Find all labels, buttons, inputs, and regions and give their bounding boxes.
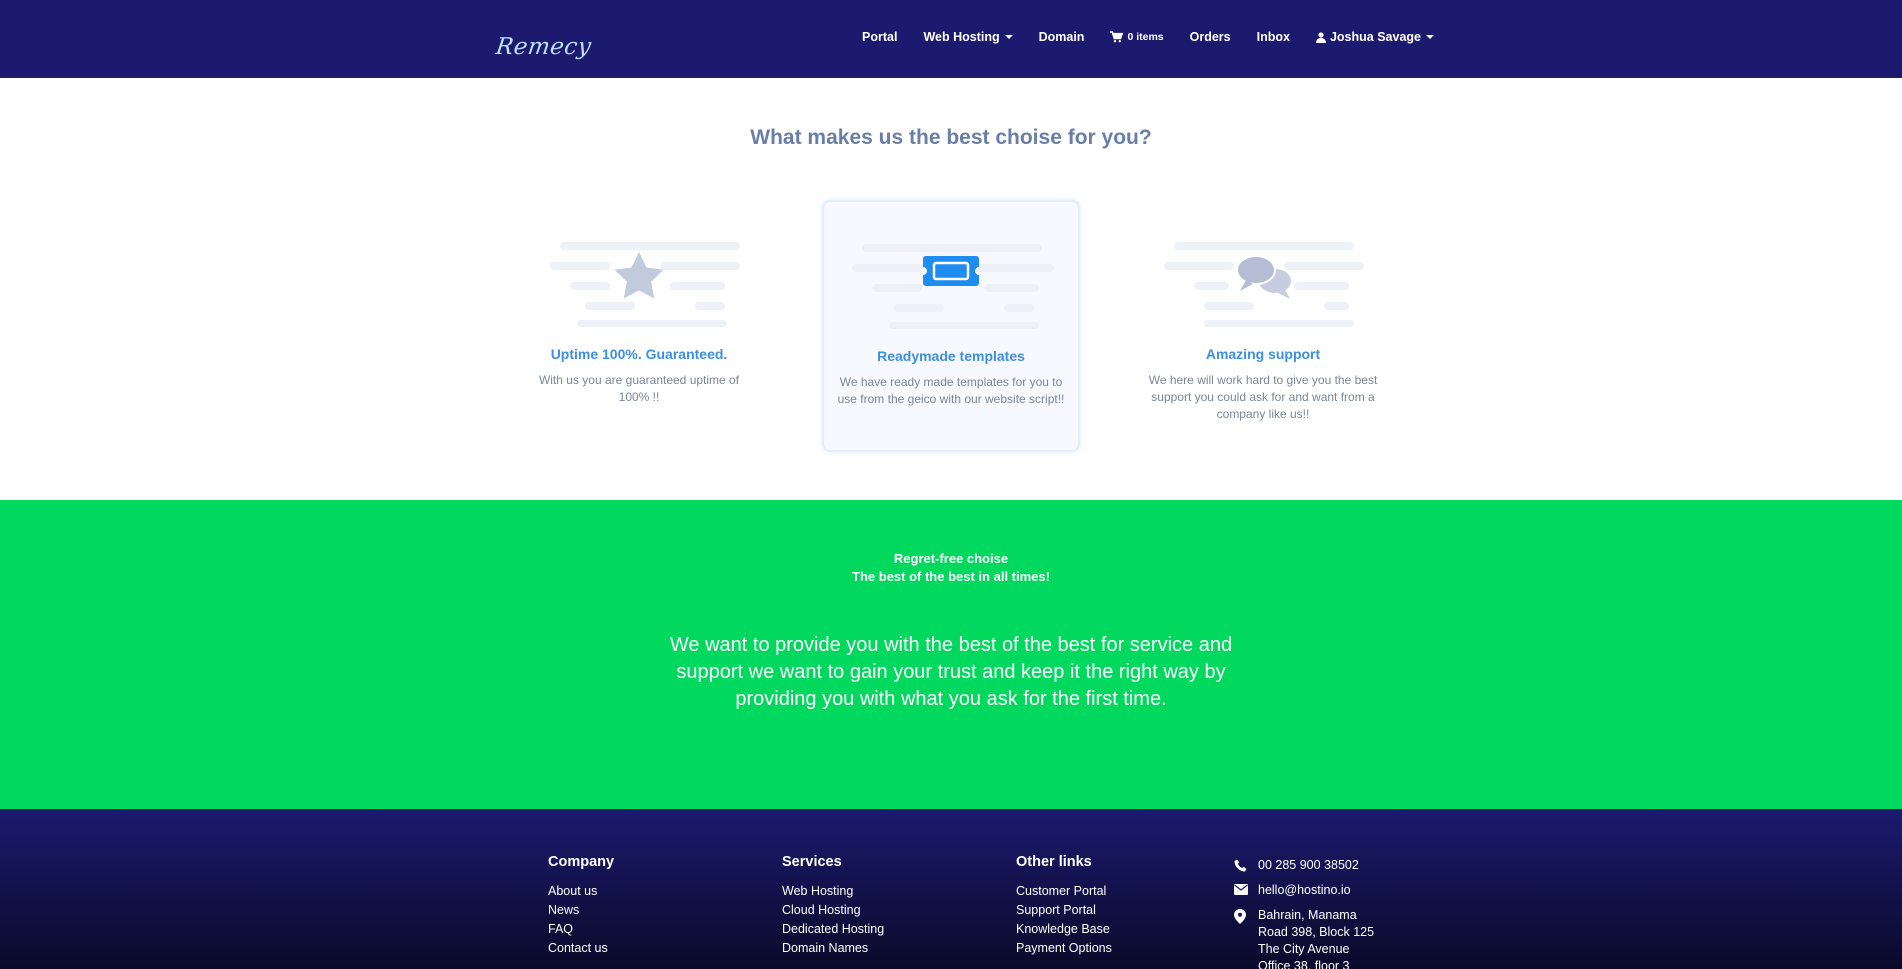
contact-phone-text[interactable]: 00 285 900 38502 bbox=[1258, 857, 1359, 874]
feature-card-support: Amazing support We here will work hard t… bbox=[1134, 200, 1392, 452]
footer-column-company: Company About us News FAQ Contact us bbox=[548, 854, 614, 958]
chevron-down-icon bbox=[1425, 35, 1434, 39]
contact-email-text[interactable]: hello@hostino.io bbox=[1258, 882, 1351, 899]
footer-heading: Company bbox=[548, 854, 615, 870]
cart-count-label: 0 items bbox=[1127, 31, 1164, 43]
chat-bubbles-icon bbox=[1134, 240, 1392, 330]
chevron-down-icon bbox=[1004, 35, 1013, 39]
nav-domain[interactable]: Domain bbox=[1039, 30, 1085, 44]
address-line: Office 38, floor 3 bbox=[1258, 959, 1350, 969]
nav-orders[interactable]: Orders bbox=[1190, 30, 1231, 44]
user-icon bbox=[1315, 31, 1326, 43]
phone-icon bbox=[1234, 857, 1258, 872]
ticket-icon bbox=[824, 242, 1078, 332]
nav-web-hosting-label: Web Hosting bbox=[923, 30, 1000, 44]
footer-column-services: Services Web Hosting Cloud Hosting Dedic… bbox=[782, 854, 884, 958]
site-footer: Company About us News FAQ Contact us Ser… bbox=[0, 809, 1902, 969]
footer-link-payment-options[interactable]: Payment Options bbox=[1016, 939, 1112, 958]
user-name-label: Joshua Savage bbox=[1329, 30, 1421, 44]
brand-logo[interactable]: Remecy bbox=[494, 34, 593, 60]
footer-link-domain-names[interactable]: Domain Names bbox=[782, 939, 884, 958]
feature-title: Uptime 100%. Guaranteed. bbox=[550, 346, 728, 362]
promo-kicker: Regret-free choise The best of the best … bbox=[0, 550, 1902, 586]
feature-description: We have ready made templates for you to … bbox=[837, 375, 1065, 406]
feature-title: Amazing support bbox=[1205, 346, 1321, 362]
footer-link-web-hosting[interactable]: Web Hosting bbox=[782, 882, 884, 901]
footer-link-faq[interactable]: FAQ bbox=[548, 920, 614, 939]
promo-text: We want to provide you with the best of … bbox=[669, 634, 1233, 710]
footer-link-dedicated-hosting[interactable]: Dedicated Hosting bbox=[782, 920, 884, 939]
contact-email: hello@hostino.io bbox=[1234, 882, 1374, 899]
nav-orders-label: Orders bbox=[1189, 30, 1231, 44]
nav-menu: Portal Web Hosting Domain 0 items Orders… bbox=[862, 30, 1460, 44]
promo-band: Regret-free choise The best of the best … bbox=[0, 500, 1902, 809]
promo-kicker-line2: The best of the best in all times! bbox=[852, 569, 1050, 584]
footer-link-knowledge-base[interactable]: Knowledge Base bbox=[1016, 920, 1112, 939]
feature-card-templates: Readymade templates We have ready made t… bbox=[822, 200, 1080, 452]
contact-address: Bahrain, Manama Road 398, Block 125 The … bbox=[1234, 907, 1374, 969]
nav-portal[interactable]: Portal bbox=[862, 30, 897, 44]
feature-description: With us you are guaranteed uptime of 100… bbox=[538, 373, 740, 404]
footer-heading: Other links bbox=[1016, 854, 1092, 870]
top-navbar: Remecy Portal Web Hosting Domain 0 items… bbox=[0, 0, 1902, 78]
nav-web-hosting-dropdown[interactable]: Web Hosting bbox=[923, 30, 1013, 44]
nav-user-dropdown[interactable]: Joshua Savage bbox=[1315, 30, 1434, 44]
promo-kicker-line1: Regret-free choise bbox=[893, 551, 1009, 566]
feature-card-uptime: Uptime 100%. Guaranteed. With us you are… bbox=[510, 200, 768, 452]
envelope-icon bbox=[1234, 882, 1258, 895]
footer-link-support-portal[interactable]: Support Portal bbox=[1016, 901, 1112, 920]
footer-contact: 00 285 900 38502 hello@hostino.io Bahrai… bbox=[1234, 857, 1374, 969]
nav-inbox-label: Inbox bbox=[1256, 30, 1290, 44]
footer-link-customer-portal[interactable]: Customer Portal bbox=[1016, 882, 1112, 901]
feature-title: Readymade templates bbox=[877, 348, 1025, 364]
address-line: The City Avenue bbox=[1258, 942, 1350, 956]
nav-inbox[interactable]: Inbox bbox=[1257, 30, 1290, 44]
footer-link-news[interactable]: News bbox=[548, 901, 614, 920]
features-heading: What makes us the best choise for you? bbox=[750, 126, 1152, 149]
footer-link-cloud-hosting[interactable]: Cloud Hosting bbox=[782, 901, 884, 920]
address-line: Bahrain, Manama bbox=[1258, 908, 1357, 922]
address-line: Road 398, Block 125 bbox=[1258, 925, 1375, 939]
footer-link-contact[interactable]: Contact us bbox=[548, 939, 614, 958]
footer-link-about[interactable]: About us bbox=[548, 882, 614, 901]
contact-phone: 00 285 900 38502 bbox=[1234, 857, 1374, 874]
cart-icon bbox=[1110, 31, 1124, 43]
nav-cart[interactable]: 0 items bbox=[1110, 31, 1164, 43]
nav-domain-label: Domain bbox=[1038, 30, 1085, 44]
feature-description: We here will work hard to give you the b… bbox=[1148, 373, 1378, 421]
nav-portal-label: Portal bbox=[862, 30, 898, 44]
contact-address-text: Bahrain, Manama Road 398, Block 125 The … bbox=[1258, 907, 1374, 969]
footer-heading: Services bbox=[782, 854, 842, 870]
star-icon bbox=[510, 240, 768, 330]
footer-column-other: Other links Customer Portal Support Port… bbox=[1016, 854, 1112, 958]
map-pin-icon bbox=[1234, 907, 1258, 924]
